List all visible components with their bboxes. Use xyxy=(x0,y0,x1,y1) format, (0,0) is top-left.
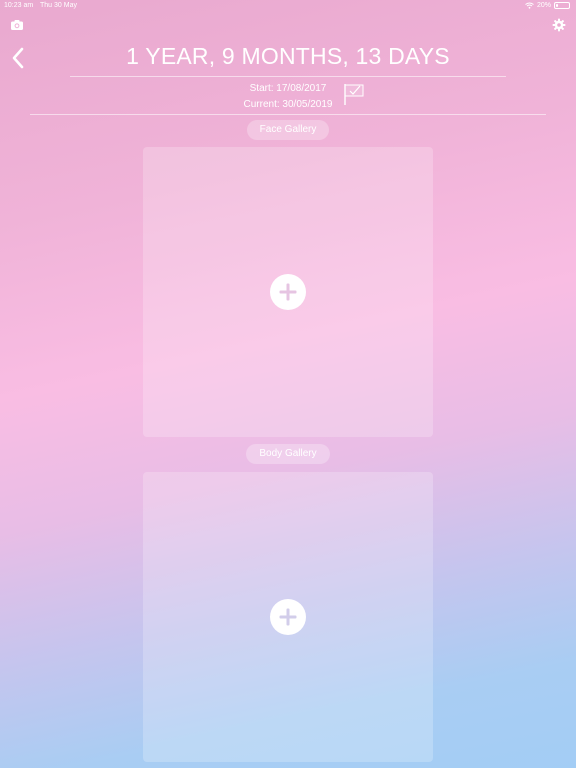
camera-icon[interactable] xyxy=(10,18,24,32)
plus-icon xyxy=(279,608,297,626)
header-divider-bottom xyxy=(30,114,546,115)
body-gallery-panel[interactable] xyxy=(143,472,433,762)
plus-icon xyxy=(279,283,297,301)
status-date: Thu 30 May xyxy=(40,2,77,9)
add-body-photo-button[interactable] xyxy=(270,599,306,635)
header-divider-top xyxy=(70,76,506,77)
battery-percent: 20% xyxy=(536,2,551,9)
body-gallery-label[interactable]: Body Gallery xyxy=(246,444,330,464)
face-gallery-label[interactable]: Face Gallery xyxy=(247,120,329,140)
battery-level xyxy=(556,4,558,7)
status-bar: 10:23 am Thu 30 May 20% xyxy=(0,0,576,14)
battery-icon xyxy=(554,2,570,9)
finish-flag-icon[interactable] xyxy=(343,82,365,106)
status-indicators: 20% xyxy=(525,2,570,9)
face-gallery-panel[interactable] xyxy=(143,147,433,437)
gear-icon[interactable] xyxy=(552,18,566,32)
add-face-photo-button[interactable] xyxy=(270,274,306,310)
status-time: 10:23 am xyxy=(4,2,34,9)
elapsed-duration: 1 YEAR, 9 MONTHS, 13 DAYS xyxy=(126,43,450,69)
wifi-icon xyxy=(525,2,534,9)
